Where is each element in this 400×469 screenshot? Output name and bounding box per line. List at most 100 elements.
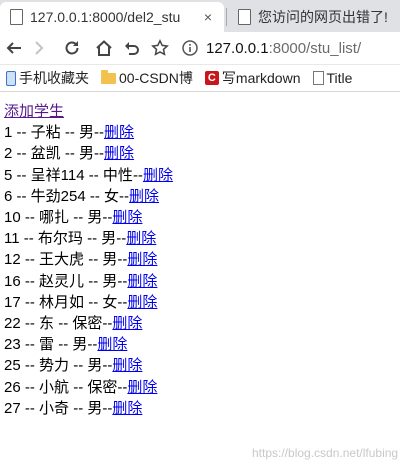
tab-error-page[interactable]: 您访问的网页出错了!	[228, 2, 400, 32]
delete-student-link[interactable]: 删除	[127, 379, 157, 396]
browser-toolbar: 127.0.0.1:8000/stu_list/	[0, 32, 400, 65]
separator: --	[116, 230, 127, 248]
mobile-icon	[6, 70, 16, 86]
separator: --	[60, 145, 80, 163]
separator: --	[82, 230, 102, 248]
delete-student-link[interactable]: 删除	[112, 357, 142, 374]
delete-student-link[interactable]: 删除	[127, 294, 157, 311]
student-gender: 男	[79, 124, 95, 142]
delete-student-link[interactable]: 删除	[127, 251, 157, 268]
tab-title: 127.0.0.1:8000/del2_stu	[30, 9, 181, 25]
separator: --	[84, 251, 103, 269]
bookmark-label: 00-CSDN博	[119, 70, 193, 86]
delete-student-link[interactable]: 删除	[112, 400, 142, 417]
delete-student-link[interactable]: 删除	[127, 273, 157, 290]
delete-student-link[interactable]: 删除	[112, 315, 142, 332]
reload-button[interactable]	[62, 38, 82, 58]
url-path: :8000/stu_list/	[268, 39, 362, 57]
student-gender: 男	[101, 230, 117, 248]
separator: --	[20, 336, 40, 354]
separator: --	[119, 187, 130, 205]
address-bar[interactable]: 127.0.0.1:8000/stu_list/	[178, 36, 400, 60]
student-row: 26 -- 小航 -- 保密--删除	[4, 377, 173, 398]
tab-strip: 127.0.0.1:8000/del2_stu × 您访问的网页出错了!	[0, 0, 400, 32]
separator: --	[20, 378, 40, 396]
student-gender: 男	[72, 336, 88, 354]
csdn-icon: C	[204, 71, 219, 85]
forward-arrow-icon	[35, 41, 44, 55]
student-gender: 保密	[72, 315, 103, 333]
add-student-link[interactable]: 添加学生	[4, 103, 64, 120]
delete-student-link[interactable]: 删除	[104, 145, 134, 162]
delete-student-link[interactable]: 删除	[97, 336, 127, 353]
page-icon	[312, 71, 324, 85]
student-row: 10 -- 哪扎 -- 男--删除	[4, 207, 173, 228]
separator: --	[84, 293, 103, 311]
separator: --	[102, 399, 113, 417]
student-id: 26	[4, 378, 21, 396]
reload-icon	[65, 41, 79, 55]
student-row: 5 -- 呈祥114 -- 中性--删除	[4, 165, 173, 186]
undo-button[interactable]	[122, 38, 142, 58]
separator: --	[85, 187, 105, 205]
student-id: 16	[4, 272, 21, 290]
separator: --	[69, 357, 88, 375]
student-name: 哪扎	[39, 209, 70, 227]
page-favicon-icon	[8, 9, 24, 25]
tab-title: 您访问的网页出错了!	[258, 9, 388, 25]
bookmark-label: 写markdown	[221, 70, 301, 86]
bookmark-mobile[interactable]: 手机收藏夹	[6, 68, 89, 88]
delete-student-link[interactable]: 删除	[126, 230, 156, 247]
separator: --	[12, 124, 31, 142]
student-id: 22	[4, 315, 21, 333]
student-row: 16 -- 赵灵儿 -- 男--删除	[4, 271, 173, 292]
tab-stu-list[interactable]: 127.0.0.1:8000/del2_stu ×	[0, 2, 224, 32]
delete-student-link[interactable]: 删除	[129, 188, 159, 205]
separator: --	[54, 336, 73, 354]
separator: --	[102, 209, 113, 227]
student-row: 17 -- 林月如 -- 女--删除	[4, 292, 173, 313]
separator: --	[94, 124, 105, 142]
student-gender: 女	[104, 187, 120, 205]
delete-student-link[interactable]: 删除	[143, 167, 173, 184]
separator: --	[117, 272, 128, 290]
separator: --	[102, 315, 113, 333]
student-gender: 男	[79, 145, 95, 163]
student-id: 25	[4, 357, 21, 375]
separator: --	[94, 145, 105, 163]
bookmark-markdown[interactable]: C 写markdown	[204, 68, 301, 88]
student-name: 布尔玛	[37, 230, 83, 248]
home-button[interactable]	[94, 38, 114, 58]
back-button[interactable]	[4, 38, 24, 58]
separator: --	[20, 315, 40, 333]
bookmark-csdn-folder[interactable]: 00-CSDN博	[101, 68, 193, 88]
separator: --	[20, 272, 40, 290]
student-name: 林月如	[39, 293, 85, 311]
forward-button[interactable]	[30, 38, 50, 58]
delete-student-link[interactable]: 删除	[112, 209, 142, 226]
close-tab-icon[interactable]: ×	[200, 9, 216, 25]
separator: --	[20, 251, 40, 269]
student-name: 牛劲254	[30, 187, 86, 205]
student-id: 10	[4, 209, 21, 227]
student-name: 势力	[39, 357, 70, 375]
student-name: 赵灵儿	[39, 272, 85, 290]
student-row: 12 -- 王大虎 -- 男--删除	[4, 249, 173, 270]
student-gender: 男	[102, 251, 118, 269]
separator: --	[12, 166, 31, 184]
separator: --	[54, 315, 73, 333]
student-row: 11 -- 布尔玛 -- 男--删除	[4, 228, 173, 249]
student-gender: 男	[102, 272, 118, 290]
bookmark-star-button[interactable]	[150, 38, 170, 58]
url-host: 127.0.0.1	[206, 39, 269, 57]
student-name: 东	[39, 315, 55, 333]
delete-student-link[interactable]: 删除	[104, 124, 134, 141]
separator: --	[84, 166, 103, 184]
folder-icon	[101, 69, 116, 84]
info-icon[interactable]	[182, 40, 198, 56]
separator: --	[69, 209, 88, 227]
student-list: 1 -- 子粘 -- 男--删除 2 -- 盆凯 -- 男--删除 5 -- 呈祥1…	[4, 122, 173, 419]
bookmark-title[interactable]: Title	[312, 70, 352, 86]
student-name: 雷	[39, 336, 55, 354]
student-gender: 男	[87, 209, 103, 227]
